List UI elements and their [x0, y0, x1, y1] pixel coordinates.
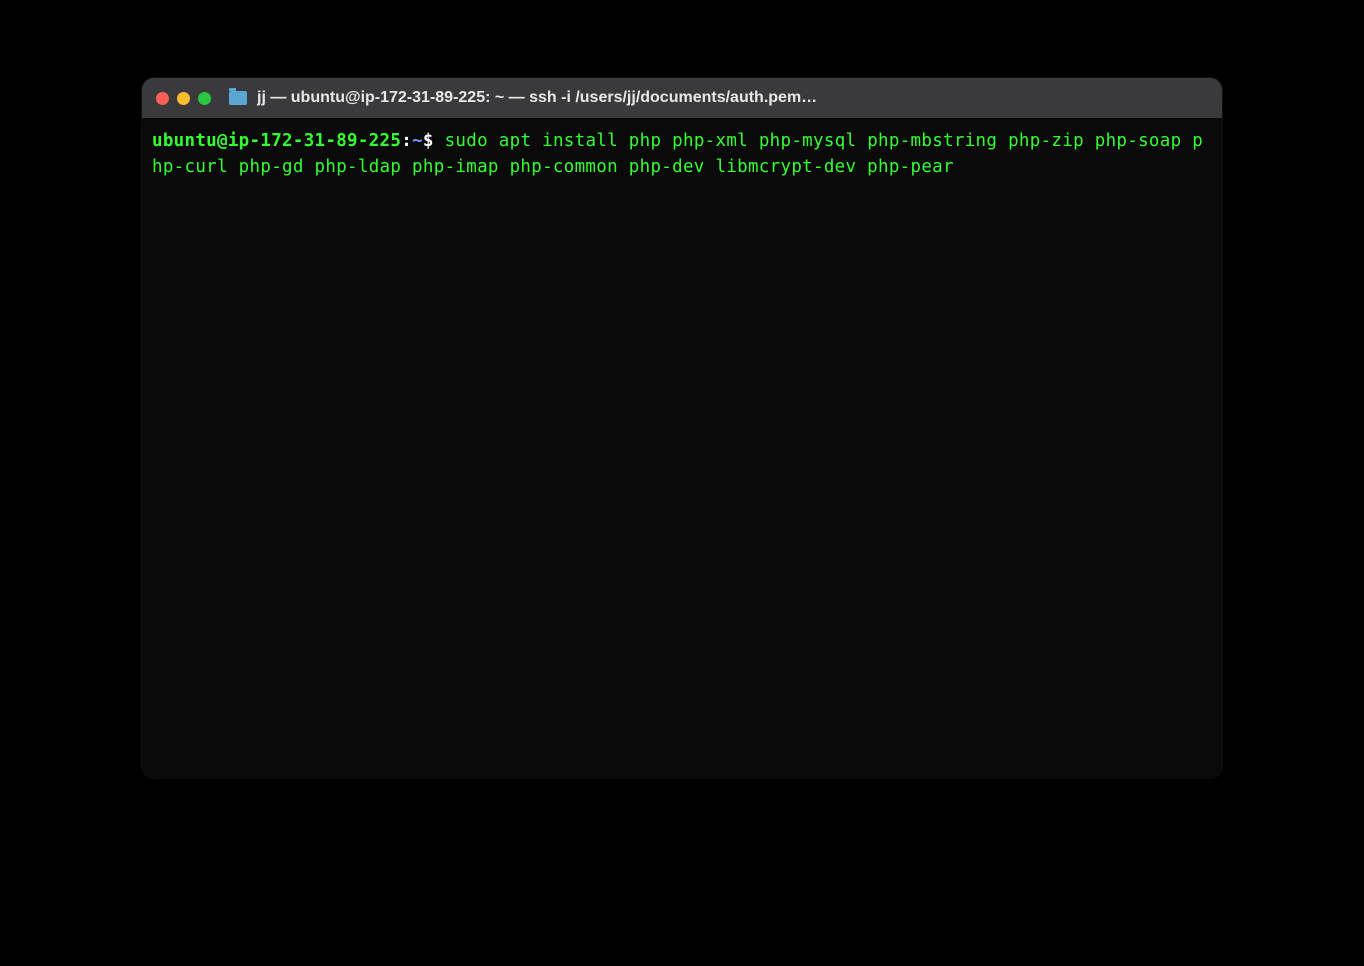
traffic-lights: [156, 92, 211, 105]
maximize-button[interactable]: [198, 92, 211, 105]
terminal-body[interactable]: ubuntu@ip-172-31-89-225:~$ sudo apt inst…: [142, 118, 1222, 778]
close-button[interactable]: [156, 92, 169, 105]
terminal-window: jj — ubuntu@ip-172-31-89-225: ~ — ssh -i…: [142, 78, 1222, 778]
prompt-dollar: $: [423, 131, 434, 151]
prompt-path: ~: [412, 131, 423, 151]
terminal-line: ubuntu@ip-172-31-89-225:~$ sudo apt inst…: [152, 128, 1212, 181]
prompt-separator: :: [401, 131, 412, 151]
minimize-button[interactable]: [177, 92, 190, 105]
window-title: jj — ubuntu@ip-172-31-89-225: ~ — ssh -i…: [257, 89, 1208, 107]
prompt-user-host: ubuntu@ip-172-31-89-225: [152, 131, 401, 151]
folder-icon: [229, 91, 247, 105]
title-bar: jj — ubuntu@ip-172-31-89-225: ~ — ssh -i…: [142, 78, 1222, 118]
